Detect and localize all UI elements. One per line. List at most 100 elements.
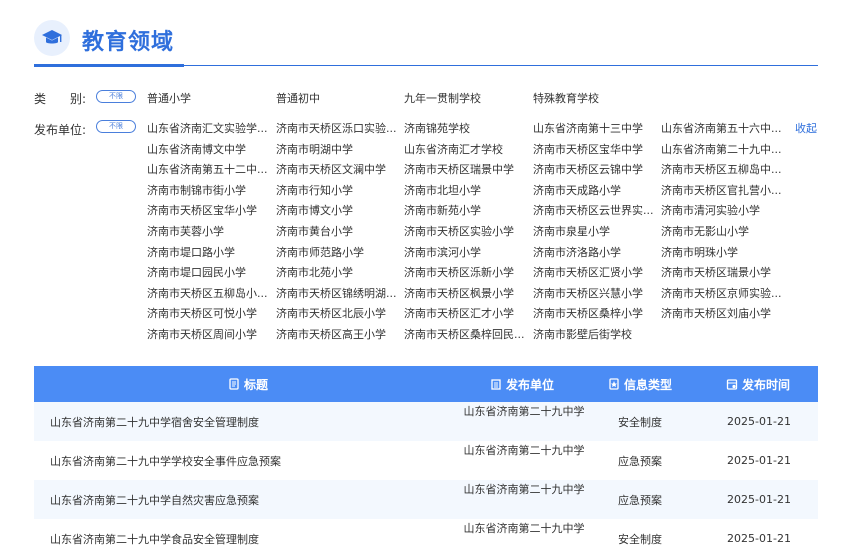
- column-header-date: 发布时间: [726, 366, 790, 402]
- publisher-option[interactable]: 济南市济洛路小学: [533, 244, 657, 260]
- row-publisher: 山东省济南第二十九中学: [463, 405, 585, 418]
- publisher-option[interactable]: 济南市北坦小学: [404, 182, 528, 198]
- publisher-option[interactable]: 济南市天桥区周间小学: [147, 326, 271, 342]
- publisher-option[interactable]: 济南市堤口园民小学: [147, 264, 271, 280]
- publisher-option[interactable]: 济南市滨河小学: [404, 244, 528, 260]
- publisher-option[interactable]: 济南市天桥区云锦中学: [533, 161, 657, 177]
- table-header: 标题 发布单位 信息类型 发布时间: [34, 366, 818, 402]
- publisher-option[interactable]: 济南市天桥区汇才小学: [404, 305, 528, 321]
- publisher-option[interactable]: 济南市黄台小学: [276, 223, 400, 239]
- category-option[interactable]: 普通小学: [147, 90, 271, 106]
- section-header: 教育领域: [34, 20, 818, 67]
- publisher-option[interactable]: 山东省济南第二十九中...: [661, 141, 785, 157]
- row-publisher: 山东省济南第二十九中学: [463, 483, 585, 496]
- publisher-option[interactable]: 济南市天桥区刘庙小学: [661, 305, 785, 321]
- publisher-option[interactable]: 济南市天桥区瑞景中学: [404, 161, 528, 177]
- info-table: 标题 发布单位 信息类型 发布时间 山东省济南第二十九中学宿舍安全管理制度 山东省…: [34, 366, 818, 558]
- publisher-option[interactable]: 济南市天桥区云世界实...: [533, 202, 657, 218]
- row-publisher: 山东省济南第二十九中学: [463, 444, 585, 457]
- publisher-option[interactable]: 济南市天桥区汇贤小学: [533, 264, 657, 280]
- publisher-option[interactable]: 济南市天桥区五柳岛小...: [147, 285, 271, 301]
- publisher-option[interactable]: 济南市北苑小学: [276, 264, 400, 280]
- column-title-label: 标题: [244, 377, 269, 392]
- publisher-option[interactable]: 济南市天桥区可悦小学: [147, 305, 271, 321]
- publisher-option[interactable]: 济南市天桥区官扎营小...: [661, 182, 785, 198]
- publisher-option[interactable]: 济南市明湖中学: [276, 141, 400, 157]
- category-option[interactable]: 特殊教育学校: [533, 90, 657, 106]
- row-info-type: 安全制度: [618, 532, 662, 546]
- row-publish-date: 2025-01-21: [727, 454, 791, 467]
- publisher-filter-label: 发布单位:: [34, 123, 87, 137]
- publisher-option[interactable]: 济南市影壁后街学校: [533, 326, 657, 342]
- publisher-option[interactable]: 济南市泉星小学: [533, 223, 657, 239]
- publisher-option[interactable]: 济南市天桥区桑梓回民...: [404, 326, 528, 342]
- publisher-option[interactable]: 济南市行知小学: [276, 182, 400, 198]
- publisher-option[interactable]: 济南市天桥区泺新小学: [404, 264, 528, 280]
- column-header-unit: 发布单位: [490, 366, 554, 402]
- row-info-type: 应急预案: [618, 493, 662, 507]
- collapse-link[interactable]: 收起: [795, 120, 817, 136]
- publisher-option[interactable]: 济南市天桥区文澜中学: [276, 161, 400, 177]
- publisher-option[interactable]: 济南市无影山小学: [661, 223, 785, 239]
- bookmark-icon: [609, 378, 619, 390]
- publisher-option[interactable]: 山东省济南汇才学校: [404, 141, 528, 157]
- publisher-option[interactable]: 山东省济南汇文实验学...: [147, 120, 271, 136]
- category-unlimited-tag[interactable]: 不限: [96, 90, 136, 103]
- publisher-option[interactable]: 济南市清河实验小学: [661, 202, 785, 218]
- publisher-option[interactable]: 济南市堤口路小学: [147, 244, 271, 260]
- column-unit-label: 发布单位: [506, 377, 555, 392]
- row-title-link[interactable]: 山东省济南第二十九中学食品安全管理制度: [50, 519, 259, 558]
- publisher-option[interactable]: 济南市芙蓉小学: [147, 223, 271, 239]
- publisher-option[interactable]: 山东省济南第五十二中...: [147, 161, 271, 177]
- row-title-link[interactable]: 山东省济南第二十九中学学校安全事件应急预案: [50, 441, 281, 480]
- building-icon: [491, 379, 501, 390]
- row-title-link[interactable]: 山东省济南第二十九中学宿舍安全管理制度: [50, 402, 259, 441]
- table-row[interactable]: 山东省济南第二十九中学宿舍安全管理制度 山东省济南第二十九中学安全制度 2025-0…: [34, 402, 818, 441]
- publisher-option[interactable]: 济南锦苑学校: [404, 120, 528, 136]
- publisher-option[interactable]: 济南市天桥区高王小学: [276, 326, 400, 342]
- page-title: 教育领域: [82, 30, 175, 55]
- table-row[interactable]: 山东省济南第二十九中学自然灾害应急预案 山东省济南第二十九中学应急预案 2025-0…: [34, 480, 818, 519]
- publisher-option[interactable]: 济南市天桥区五柳岛中...: [661, 161, 785, 177]
- column-type-label: 信息类型: [624, 377, 673, 392]
- row-info-type: 应急预案: [618, 454, 662, 468]
- category-option[interactable]: 九年一贯制学校: [404, 90, 528, 106]
- row-info-type: 安全制度: [618, 415, 662, 429]
- category-filter-label: 类 别:: [34, 92, 87, 106]
- publisher-option[interactable]: 济南市博文小学: [276, 202, 400, 218]
- column-header-type: 信息类型: [608, 366, 672, 402]
- publisher-option[interactable]: 济南市天桥区兴慧小学: [533, 285, 657, 301]
- publisher-option[interactable]: 山东省济南博文中学: [147, 141, 271, 157]
- publisher-option[interactable]: 山东省济南第十三中学: [533, 120, 657, 136]
- row-publish-date: 2025-01-21: [727, 532, 791, 545]
- column-date-label: 发布时间: [742, 377, 791, 392]
- publisher-option[interactable]: 济南市天桥区桑梓小学: [533, 305, 657, 321]
- publisher-option[interactable]: 济南市新苑小学: [404, 202, 528, 218]
- publisher-option[interactable]: 济南市天桥区宝华小学: [147, 202, 271, 218]
- graduation-cap-icon: [34, 20, 70, 56]
- publisher-option[interactable]: 济南市天桥区锦绣明湖...: [276, 285, 400, 301]
- table-row[interactable]: 山东省济南第二十九中学食品安全管理制度 山东省济南第二十九中学 安全制度 2025-0…: [34, 519, 818, 558]
- publisher-unlimited-tag[interactable]: 不限: [96, 120, 136, 133]
- publisher-option[interactable]: 济南市制锦市街小学: [147, 182, 271, 198]
- publisher-option[interactable]: 济南市天桥区泺口实验...: [276, 120, 400, 136]
- title-underline: [34, 64, 184, 67]
- publisher-option[interactable]: 济南市天桥区枫景小学: [404, 285, 528, 301]
- publisher-option[interactable]: 济南市明珠小学: [661, 244, 785, 260]
- category-option[interactable]: 普通初中: [276, 90, 400, 106]
- calendar-icon: [726, 379, 738, 390]
- row-title-link[interactable]: 山东省济南第二十九中学自然灾害应急预案: [50, 480, 259, 519]
- publisher-option[interactable]: 济南市天桥区京师实验...: [661, 285, 785, 301]
- publisher-option[interactable]: 济南市师范路小学: [276, 244, 400, 260]
- publisher-option[interactable]: 济南市天桥区实验小学: [404, 223, 528, 239]
- publisher-option[interactable]: 济南市天成路小学: [533, 182, 657, 198]
- column-header-title: 标题: [228, 366, 268, 402]
- publisher-option[interactable]: 山东省济南第五十六中...: [661, 120, 785, 136]
- table-row[interactable]: 山东省济南第二十九中学学校安全事件应急预案 山东省济南第二十九中学应急预案 2025…: [34, 441, 818, 480]
- publisher-option[interactable]: 济南市天桥区瑞景小学: [661, 264, 785, 280]
- publisher-option[interactable]: 济南市天桥区北辰小学: [276, 305, 400, 321]
- publisher-option[interactable]: 济南市天桥区宝华中学: [533, 141, 657, 157]
- row-publish-date: 2025-01-21: [727, 493, 791, 506]
- document-icon: [229, 378, 239, 390]
- row-publish-date: 2025-01-21: [727, 415, 791, 428]
